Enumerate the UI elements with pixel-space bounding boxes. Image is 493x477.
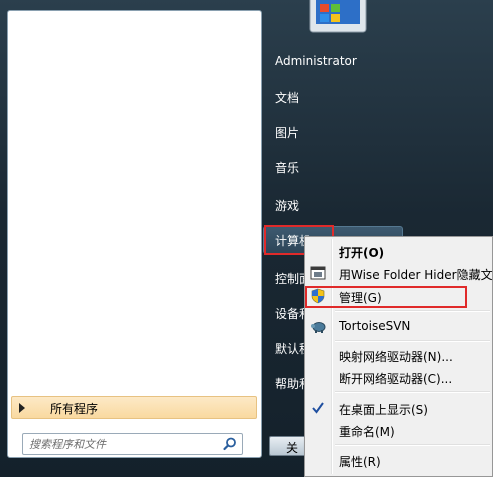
context-item-open[interactable]: 打开(O) xyxy=(305,241,492,261)
all-programs-label: 所有程序 xyxy=(50,402,99,416)
menu-separator xyxy=(335,391,490,393)
context-item-label: 属性(R) xyxy=(339,455,381,469)
context-item-map-network-drive[interactable]: 映射网络驱动器(N)... xyxy=(305,345,492,365)
context-item-label: 打开(O) xyxy=(339,246,385,260)
context-item-show-on-desktop[interactable]: 在桌面上显示(S) xyxy=(305,398,492,418)
context-item-label: 断开网络驱动器(C)... xyxy=(339,372,453,386)
start-menu: 所有程序 Administrator 文档 图片 音乐 游戏 计算机 控制面 设… xyxy=(0,0,493,477)
arrow-right-icon xyxy=(19,403,25,413)
search-icon[interactable] xyxy=(222,436,238,452)
user-picture-icon[interactable] xyxy=(300,0,372,36)
menu-item-documents[interactable]: 文档 xyxy=(275,89,299,106)
manage-highlight-box xyxy=(305,286,467,308)
context-item-label: TortoiseSVN xyxy=(339,319,411,333)
menu-item-games[interactable]: 游戏 xyxy=(275,197,299,214)
search-input[interactable] xyxy=(29,436,219,452)
checkmark-icon xyxy=(312,402,324,414)
program-list-pane xyxy=(7,10,262,458)
menu-separator xyxy=(335,340,490,342)
wise-folder-hider-icon xyxy=(310,266,326,280)
context-item-disconnect-network-drive[interactable]: 断开网络驱动器(C)... xyxy=(305,367,492,387)
menu-separator xyxy=(335,444,490,446)
context-item-properties[interactable]: 属性(R) xyxy=(305,450,492,470)
menu-item-pictures[interactable]: 图片 xyxy=(275,124,299,141)
context-item-label: 重命名(M) xyxy=(339,425,395,439)
tortoisesvn-icon xyxy=(311,322,326,333)
context-item-label: 用Wise Folder Hider隐藏文 xyxy=(339,268,493,282)
context-item-tortoisesvn[interactable]: TortoiseSVN xyxy=(305,316,492,336)
menu-separator xyxy=(335,310,490,312)
context-item-wise-folder-hider[interactable]: 用Wise Folder Hider隐藏文 xyxy=(305,263,493,283)
search-box[interactable] xyxy=(22,433,243,455)
shutdown-button[interactable]: 关机 xyxy=(269,436,309,456)
context-item-label: 映射网络驱动器(N)... xyxy=(339,350,453,364)
context-menu: 打开(O) 用Wise Folder Hider隐藏文 管理(G) Tortoi… xyxy=(304,236,493,477)
all-programs-button[interactable]: 所有程序 xyxy=(11,396,257,419)
menu-item-user[interactable]: Administrator xyxy=(275,54,357,68)
context-item-label: 在桌面上显示(S) xyxy=(339,403,428,417)
menu-item-music[interactable]: 音乐 xyxy=(275,159,299,176)
context-item-rename[interactable]: 重命名(M) xyxy=(305,420,492,440)
